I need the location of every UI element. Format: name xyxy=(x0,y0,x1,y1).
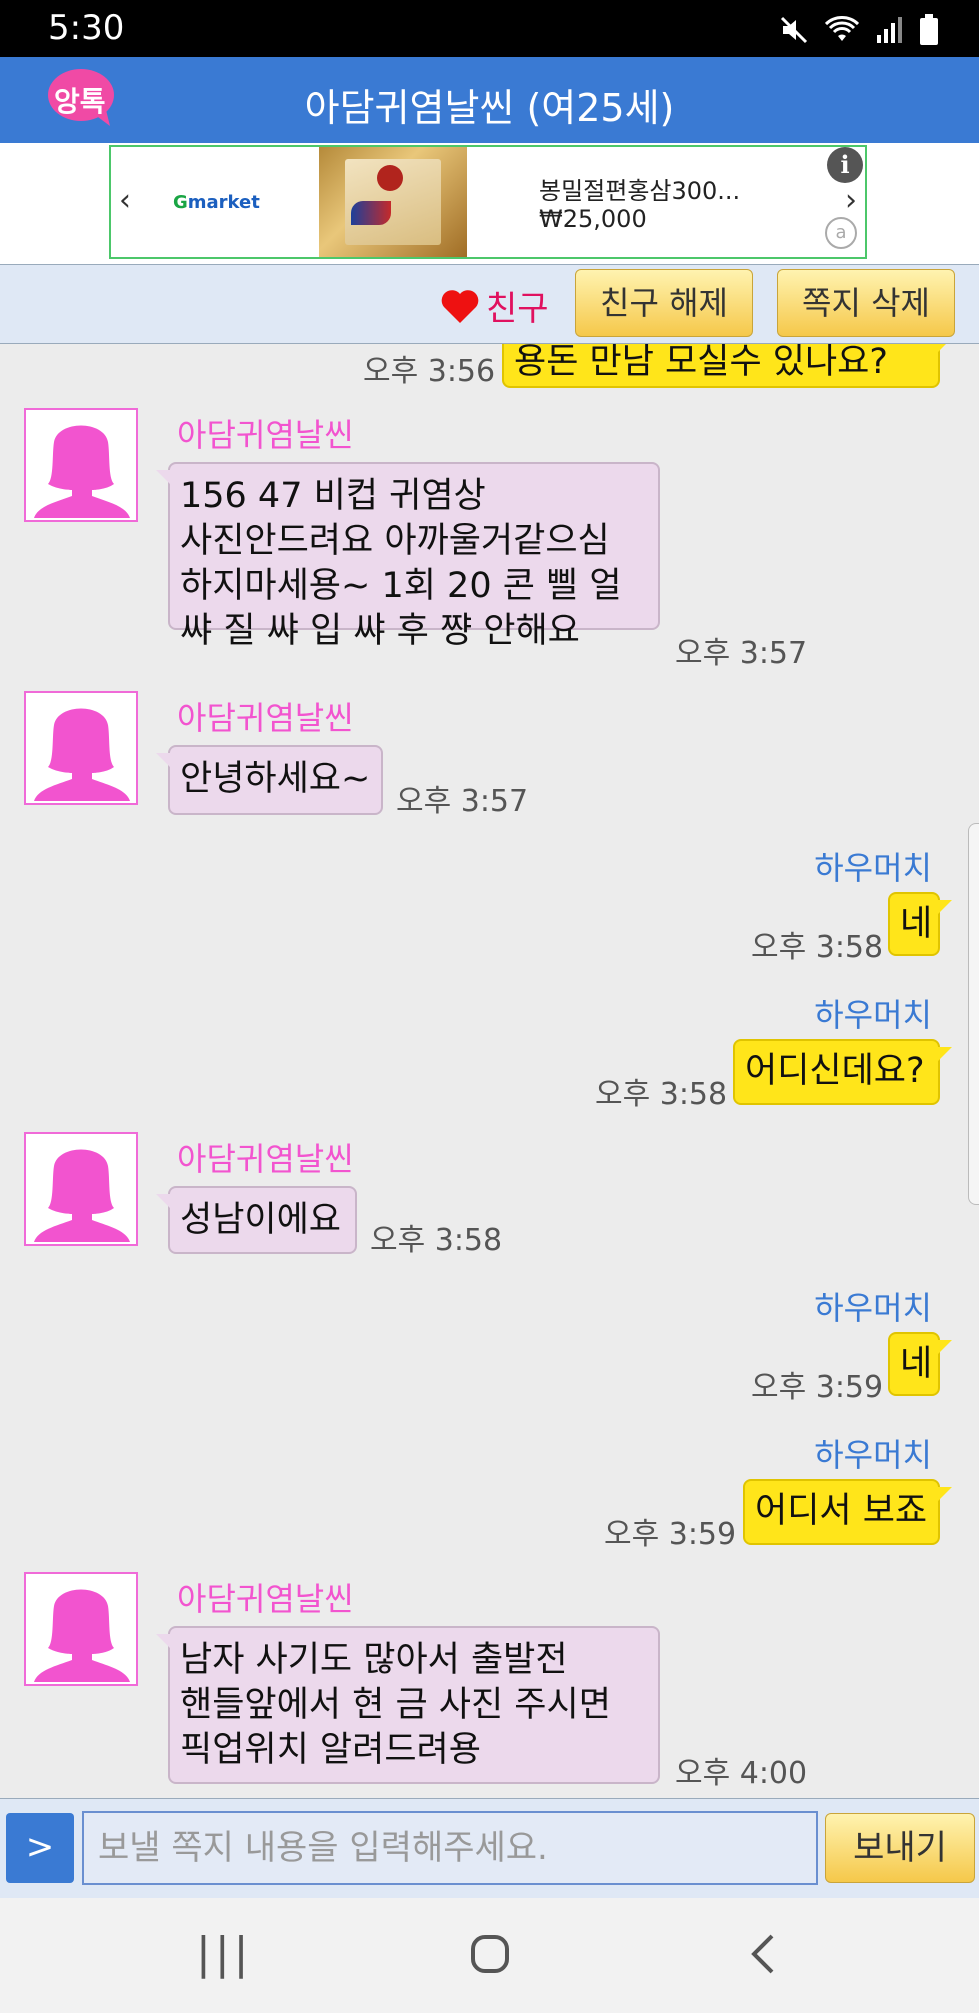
female-avatar-icon xyxy=(34,1149,130,1242)
message-input-bar: > 보낼 쪽지 내용을 입력해주세요. 보내기 xyxy=(0,1798,979,1899)
message-time: 오후 3:57 xyxy=(396,784,529,819)
message-bubble-sent: 네 xyxy=(888,892,952,956)
friend-label: 친구 xyxy=(486,289,549,329)
scrollbar-handle[interactable] xyxy=(968,823,979,1205)
expand-button[interactable]: > xyxy=(6,1813,74,1883)
message-bubble-sent: 어디신데요? xyxy=(733,1039,952,1105)
recent-apps-icon[interactable]: ||| xyxy=(196,1928,252,1979)
sender-name: 아담귀염날씬 xyxy=(177,1140,354,1178)
avatar[interactable] xyxy=(24,1572,138,1686)
sender-name: 하우머치 xyxy=(814,1436,932,1474)
mute-icon xyxy=(780,16,808,44)
home-icon[interactable] xyxy=(470,1934,510,1974)
ad-product-price: ₩25,000 xyxy=(539,205,647,233)
message-bubble-received: 안녕하세요~ xyxy=(156,745,383,815)
sender-name: 하우머치 xyxy=(814,1289,932,1327)
status-icons xyxy=(779,14,939,46)
message-bubble-received: 성남이에요 xyxy=(156,1186,357,1254)
ad-banner[interactable]: ‹ Gmarket 봉밀절편홍삼300... ₩25,000 i a › xyxy=(109,145,867,259)
message-time: 오후 3:58 xyxy=(595,1077,728,1112)
wifi-icon xyxy=(825,16,859,41)
ad-brand-g: G xyxy=(173,192,188,213)
message-bubble-sent: 용돈 만남 모실수 있나요? xyxy=(502,344,952,388)
avatar[interactable] xyxy=(24,691,138,805)
ad-brand-rest: market xyxy=(187,192,260,213)
message-time: 오후 3:57 xyxy=(675,636,808,671)
sender-name: 하우머치 xyxy=(814,996,932,1034)
friend-status: 친구 xyxy=(440,281,549,330)
chat-area[interactable]: 용돈 만남 모실수 있나요? 오후 3:56 아담귀염날씬 156 47 비컵 … xyxy=(0,344,979,1798)
message-time: 오후 3:56 xyxy=(363,354,496,389)
ad-banner-area: ‹ Gmarket 봉밀절편홍삼300... ₩25,000 i a › xyxy=(0,143,979,264)
ad-info-icon[interactable]: i xyxy=(827,147,863,183)
female-avatar-icon xyxy=(34,425,130,518)
message-time: 오후 3:59 xyxy=(604,1517,737,1552)
sender-name: 아담귀염날씬 xyxy=(177,1580,354,1618)
ad-next-chevron-icon[interactable]: › xyxy=(845,183,857,218)
message-bubble-sent: 어디서 보죠 xyxy=(743,1479,952,1545)
message-input[interactable]: 보낼 쪽지 내용을 입력해주세요. xyxy=(82,1811,818,1885)
status-bar: 5:30 xyxy=(0,0,979,57)
message-time: 오후 4:00 xyxy=(675,1756,808,1791)
ad-product-image[interactable] xyxy=(319,147,467,257)
sender-name: 하우머치 xyxy=(814,849,932,887)
message-bubble-sent: 네 xyxy=(888,1332,952,1396)
delete-messages-button[interactable]: 쪽지 삭제 xyxy=(777,269,955,337)
signal-icon xyxy=(877,17,902,43)
message-bubble-received: 156 47 비컵 귀염상 사진안드려요 아까울거같으심 하지마세용~ 1회 2… xyxy=(156,462,660,651)
unfriend-button[interactable]: 친구 해제 xyxy=(575,269,753,337)
system-nav-bar: ||| xyxy=(0,1898,979,2013)
clock: 5:30 xyxy=(48,8,125,48)
ad-prev-chevron-icon[interactable]: ‹ xyxy=(119,183,131,218)
female-avatar-icon xyxy=(34,1589,130,1682)
sender-name: 아담귀염날씬 xyxy=(177,416,354,454)
back-icon[interactable] xyxy=(748,1932,778,1976)
female-avatar-icon xyxy=(34,708,130,801)
sender-name: 아담귀염날씬 xyxy=(177,699,354,737)
avatar[interactable] xyxy=(24,408,138,522)
battery-icon xyxy=(920,14,938,45)
page-title: 아담귀염날씬 (여25세) xyxy=(304,86,675,130)
avatar[interactable] xyxy=(24,1132,138,1246)
heart-icon xyxy=(441,289,479,323)
message-time: 오후 3:58 xyxy=(751,930,884,965)
app-header: 앙톡 아담귀염날씬 (여25세) xyxy=(0,57,979,143)
ad-choice-icon[interactable]: a xyxy=(825,217,857,249)
send-button[interactable]: 보내기 xyxy=(825,1813,975,1883)
message-time: 오후 3:59 xyxy=(751,1370,884,1405)
message-bubble-received: 남자 사기도 많아서 출발전 핸들앞에서 현 금 사진 주시면 픽업위치 알려드… xyxy=(156,1626,660,1784)
ad-brand-logo: Gmarket xyxy=(173,192,260,213)
friend-toolbar: 친구 친구 해제 쪽지 삭제 xyxy=(0,264,979,344)
ad-product-name: 봉밀절편홍삼300... xyxy=(539,177,741,205)
message-time: 오후 3:58 xyxy=(370,1223,503,1258)
